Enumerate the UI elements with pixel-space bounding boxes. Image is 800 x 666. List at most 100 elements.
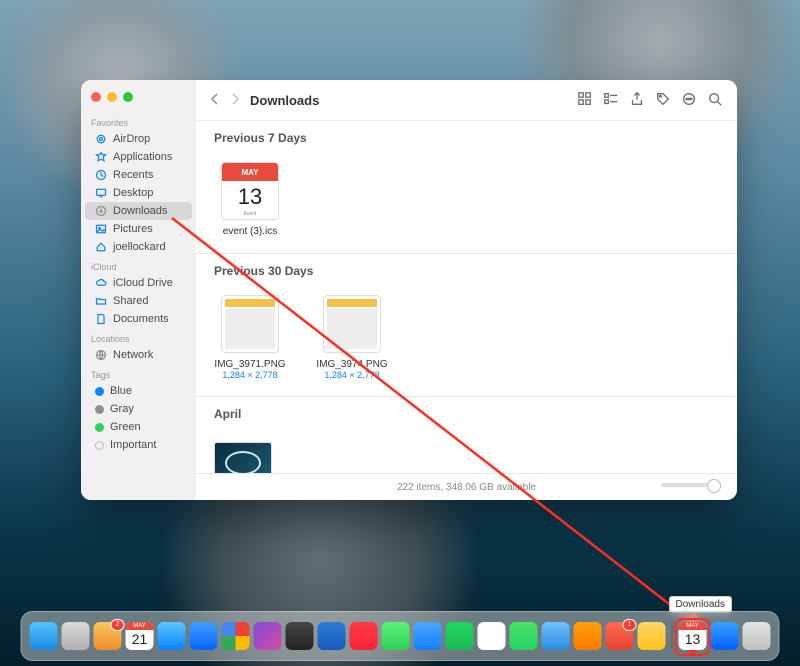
dock-app-appstore[interactable] [190, 622, 218, 650]
ics-icon: MAY 13 Event [221, 162, 279, 220]
sidebar-group-tags: Tags [81, 364, 196, 382]
minimize-button[interactable] [107, 92, 117, 102]
sidebar-tag-blue[interactable]: Blue [85, 382, 192, 400]
sidebar-item-shared[interactable]: Shared [85, 292, 192, 310]
sidebar-item-pictures[interactable]: Pictures [85, 220, 192, 238]
applications-icon [95, 151, 107, 163]
sidebar-item-downloads[interactable]: Downloads [85, 202, 192, 220]
desktop-icon [95, 187, 107, 199]
png-icon [323, 295, 381, 353]
sidebar-item-label: Important [110, 439, 156, 451]
sidebar-group-locations: Locations [81, 328, 196, 346]
dock-app-fantastical[interactable]: MAY21 [126, 622, 154, 650]
dock-app-xcode[interactable] [414, 622, 442, 650]
tags-button[interactable] [655, 91, 671, 110]
file-grid: MAY 13 Event event (3).ics [214, 154, 719, 243]
search-button[interactable] [707, 91, 723, 110]
dock-app-spark[interactable]: 2 [94, 622, 122, 650]
zoom-button[interactable] [123, 92, 133, 102]
sidebar-item-applications[interactable]: Applications [85, 148, 192, 166]
pictures-icon [95, 223, 107, 235]
dock-app-chrome[interactable] [222, 622, 250, 650]
dock-app-books[interactable] [574, 622, 602, 650]
sidebar-item-label: Green [110, 421, 141, 433]
dock-app-spotify[interactable] [446, 622, 474, 650]
desktop: Favorites AirDrop Applications Recents D… [0, 0, 800, 666]
badge: 1 [623, 619, 637, 631]
file-item[interactable] [214, 442, 272, 473]
icon-size-slider[interactable] [661, 483, 721, 487]
group-by-button[interactable] [603, 91, 619, 110]
sidebar-item-airdrop[interactable]: AirDrop [85, 130, 192, 148]
section-heading: Previous 7 Days [214, 121, 719, 154]
sidebar-item-label: Downloads [113, 205, 167, 217]
dock-app-downloads-stack[interactable]: MAY13 [679, 622, 707, 650]
sidebar-tag-green[interactable]: Green [85, 418, 192, 436]
dock-app-safari[interactable] [158, 622, 186, 650]
dock-app-notion[interactable] [478, 622, 506, 650]
file-name: IMG_3971.PNG [214, 359, 286, 370]
dock-app-messages[interactable] [382, 622, 410, 650]
png-icon [221, 295, 279, 353]
sidebar-item-label: Gray [110, 403, 134, 415]
finder-toolbar: Downloads [196, 80, 737, 121]
file-meta: 1,284 × 2,778 [316, 370, 388, 380]
sidebar-group-favorites: Favorites [81, 112, 196, 130]
finder-window: Favorites AirDrop Applications Recents D… [81, 80, 737, 500]
sidebar-item-home[interactable]: joellockard [85, 238, 192, 256]
dock-app-finder2[interactable] [542, 622, 570, 650]
sidebar-tag-gray[interactable]: Gray [85, 400, 192, 418]
dock-app-launchpad[interactable] [62, 622, 90, 650]
finder-main: Downloads Previous 7 Days MAY 13 Event [196, 80, 737, 500]
sidebar-item-icloud-drive[interactable]: iCloud Drive [85, 274, 192, 292]
dock-app-finder[interactable] [30, 622, 58, 650]
dock-app-whatsapp[interactable] [510, 622, 538, 650]
dock-app-tot[interactable] [638, 622, 666, 650]
dock-app-screenshot[interactable] [286, 622, 314, 650]
sidebar-item-documents[interactable]: Documents [85, 310, 192, 328]
file-meta: 1,284 × 2,778 [214, 370, 286, 380]
finder-sidebar: Favorites AirDrop Applications Recents D… [81, 80, 196, 500]
sidebar-item-network[interactable]: Network [85, 346, 192, 364]
dock-app-music[interactable] [350, 622, 378, 650]
sidebar-item-label: Desktop [113, 187, 153, 199]
dock-app-orion[interactable] [254, 622, 282, 650]
recents-icon [95, 169, 107, 181]
file-item[interactable]: IMG_3971.PNG 1,284 × 2,778 [214, 295, 286, 380]
dock-app-word[interactable] [318, 622, 346, 650]
tag-dot-icon [95, 387, 104, 396]
back-button[interactable] [210, 93, 220, 108]
file-item[interactable]: IMG_3974.PNG 1,284 × 2,778 [316, 295, 388, 380]
section-heading: Previous 30 Days [214, 254, 719, 287]
network-icon [95, 349, 107, 361]
window-title: Downloads [250, 93, 319, 108]
action-button[interactable] [681, 91, 697, 110]
forward-button[interactable] [230, 93, 240, 108]
tag-dot-icon [95, 405, 104, 414]
dock-app-dropbox[interactable] [711, 622, 739, 650]
finder-statusbar: 222 items, 348.06 GB available [196, 473, 737, 500]
sidebar-item-desktop[interactable]: Desktop [85, 184, 192, 202]
airdrop-icon [95, 133, 107, 145]
status-text: 222 items, 348.06 GB available [397, 482, 536, 493]
sidebar-item-recents[interactable]: Recents [85, 166, 192, 184]
file-grid [214, 430, 719, 473]
dock: 2MAY21 1 MAY13 [21, 611, 780, 661]
close-button[interactable] [91, 92, 101, 102]
finder-content[interactable]: Previous 7 Days MAY 13 Event event (3).i… [196, 121, 737, 473]
dock-app-todoist[interactable]: 1 [606, 622, 634, 650]
home-icon [95, 241, 107, 253]
file-item[interactable]: MAY 13 Event event (3).ics [214, 162, 286, 237]
dock-separator [672, 623, 673, 649]
share-button[interactable] [629, 91, 645, 110]
shared-folder-icon [95, 295, 107, 307]
sidebar-item-label: joellockard [113, 241, 166, 253]
view-icons-button[interactable] [577, 91, 593, 110]
cloud-icon [95, 277, 107, 289]
window-controls [81, 88, 196, 112]
tag-dot-icon [95, 441, 104, 450]
sidebar-tag-important[interactable]: Important [85, 436, 192, 454]
sidebar-item-label: Blue [110, 385, 132, 397]
dock-app-trash[interactable] [743, 622, 771, 650]
sidebar-item-label: Shared [113, 295, 148, 307]
